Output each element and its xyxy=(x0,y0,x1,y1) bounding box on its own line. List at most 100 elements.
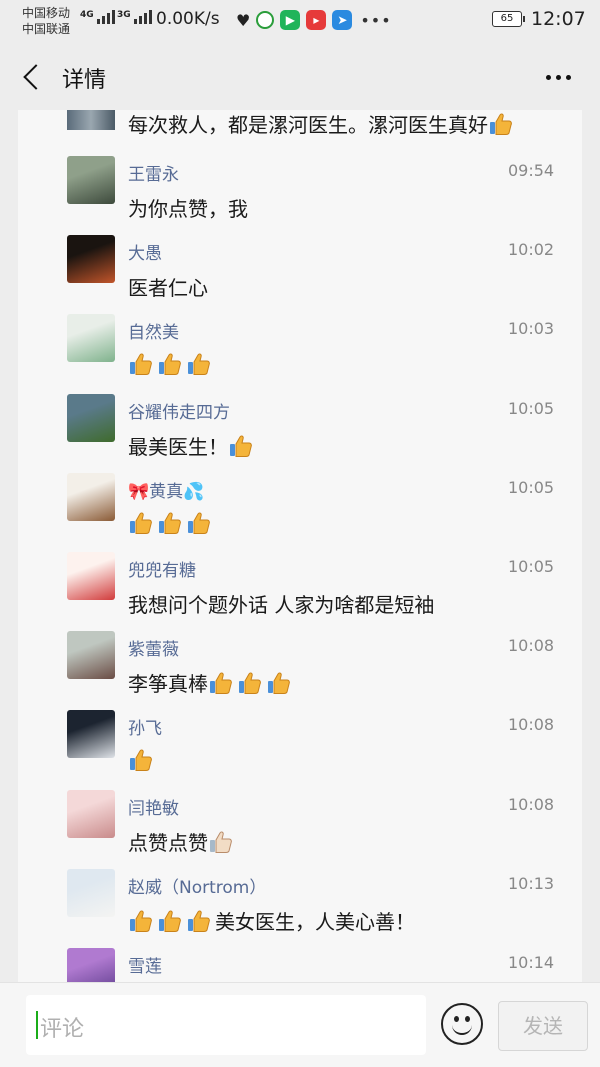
notification-icons: ♥ ▶ ▸ ➤ ••• xyxy=(236,10,392,30)
comment-text xyxy=(128,351,215,377)
comment-item[interactable]: 赵威（Nortrom） 10:13 美女医生，人美心善！ xyxy=(18,868,582,949)
status-bar: 中国移动 中国联通 4G 3G 0.00K/s ♥ ▶ ▸ ➤ ••• 65 1… xyxy=(0,0,600,44)
thumbs-up-icon xyxy=(157,510,183,536)
app-icon-1 xyxy=(256,11,275,29)
comment-time: 10:05 xyxy=(508,557,555,576)
commenter-name[interactable]: 自然美 xyxy=(128,318,179,343)
avatar[interactable] xyxy=(67,868,115,917)
comment-text: 美女医生，人美心善！ xyxy=(128,906,415,935)
comment-time: 10:03 xyxy=(508,319,555,339)
commenter-name[interactable]: 孙飞 xyxy=(128,714,162,739)
clock: 12:07 xyxy=(531,8,586,30)
comment-input[interactable]: 评论 xyxy=(26,995,426,1055)
droplets-icon: 💦 xyxy=(183,481,205,502)
avatar[interactable] xyxy=(67,631,115,680)
ribbon-icon: 🎀 xyxy=(128,481,150,502)
thumbs-up-icon xyxy=(488,111,514,137)
carrier-names: 中国移动 中国联通 xyxy=(22,5,70,37)
thumbs-up-icon xyxy=(157,908,183,934)
page-title: 详情 xyxy=(62,68,107,93)
avatar[interactable] xyxy=(67,235,115,284)
comment-text: 医者仁心 xyxy=(128,276,208,301)
comment-item[interactable]: 孙飞 10:08 xyxy=(18,710,582,790)
comment-item[interactable]: 王雷永 09:54 为你点赞，我 xyxy=(18,156,582,236)
thumbs-up-icon xyxy=(157,351,183,377)
avatar[interactable] xyxy=(67,472,115,521)
comment-time: 10:08 xyxy=(508,794,555,814)
partial-comment: 每次救人，都是漯河医生。漯河医生真好 xyxy=(18,110,582,150)
comment-time: 10:02 xyxy=(508,240,555,260)
avatar[interactable] xyxy=(67,314,115,363)
commenter-name[interactable]: 兜兜有糖 xyxy=(128,556,196,581)
avatar[interactable] xyxy=(67,552,115,600)
comment-item[interactable]: 闫艳敏 10:08 点赞点赞 xyxy=(18,789,582,870)
thumbs-up-icon xyxy=(208,829,234,855)
comment-item[interactable]: 大愚 10:02 医者仁心 xyxy=(18,235,582,315)
comments-panel[interactable]: 每次救人，都是漯河医生。漯河医生真好 王雷永 09:54 为你点赞，我 大愚 10:02… xyxy=(18,110,582,982)
carrier-1: 中国移动 xyxy=(22,6,71,20)
comment-time: 10:08 xyxy=(508,636,555,656)
commenter-name[interactable]: 赵威（Nortrom） xyxy=(128,873,266,898)
shopping-app-icon: ▸ xyxy=(306,10,327,30)
comment-item[interactable]: 兜兜有糖 10:05 我想问个题外话 人家为啥都是短袖 xyxy=(18,552,582,632)
commenter-name[interactable]: 大愚 xyxy=(128,239,162,264)
comment-item[interactable]: 自然美 10:03 xyxy=(18,314,582,394)
comment-text: 李筝真棒 xyxy=(128,668,295,697)
thumbs-up-icon xyxy=(186,510,212,536)
avatar[interactable] xyxy=(67,710,115,759)
nav-header: 详情 xyxy=(0,44,600,110)
partial-avatar xyxy=(67,110,115,130)
back-arrow-icon[interactable] xyxy=(14,58,50,94)
battery-icon: 65 xyxy=(492,11,525,27)
comment-text xyxy=(128,747,157,773)
carrier-2: 中国联通 xyxy=(22,22,71,36)
thumbs-up-icon xyxy=(208,670,234,696)
thumbs-up-icon xyxy=(128,351,154,377)
avatar[interactable] xyxy=(67,393,115,442)
thumbs-up-icon xyxy=(228,433,254,459)
commenter-name[interactable]: 雪莲 xyxy=(128,952,162,977)
signal-1-icon: 4G xyxy=(80,10,115,24)
video-app-icon: ▶ xyxy=(280,10,301,30)
comment-time: 10:14 xyxy=(508,953,555,972)
send-button[interactable]: 发送 xyxy=(498,1001,588,1051)
comment-placeholder: 评论 xyxy=(40,1017,85,1042)
signal-2-icon: 3G xyxy=(117,10,152,24)
avatar[interactable] xyxy=(67,948,115,982)
commenter-name[interactable]: 王雷永 xyxy=(128,160,179,185)
thumbs-up-icon xyxy=(186,351,212,377)
comment-item[interactable]: 🎀黄真💦 10:05 xyxy=(18,472,582,553)
comment-text: 我想问个题外话 人家为啥都是短袖 xyxy=(128,593,435,617)
more-notifications-icon: ••• xyxy=(360,10,392,30)
thumbs-up-icon xyxy=(128,747,154,773)
commenter-name[interactable]: 谷耀伟走四方 xyxy=(128,398,230,423)
comment-item[interactable]: 雪莲 10:14 xyxy=(18,948,582,982)
comment-item[interactable]: 紫蕾薇 10:08 李筝真棒 xyxy=(18,631,582,711)
thumbs-up-icon xyxy=(237,670,263,696)
avatar[interactable] xyxy=(67,789,115,838)
comment-time: 10:05 xyxy=(508,398,555,418)
thumbs-up-icon xyxy=(186,908,212,934)
comment-time: 10:13 xyxy=(508,873,555,893)
comment-text xyxy=(128,510,215,536)
comment-time: 10:08 xyxy=(508,715,555,735)
comment-item[interactable]: 谷耀伟走四方 10:05 最美医生！ xyxy=(18,393,582,474)
more-options-icon[interactable] xyxy=(538,62,578,92)
paper-plane-icon: ➤ xyxy=(332,10,353,30)
comment-text: 每次救人，都是漯河医生。漯河医生真好 xyxy=(128,110,517,138)
thumbs-up-icon xyxy=(266,670,292,696)
avatar[interactable] xyxy=(67,156,115,204)
comment-input-bar: 评论 发送 xyxy=(0,982,600,1067)
thumbs-up-icon xyxy=(128,510,154,536)
emoji-icon[interactable] xyxy=(441,1003,483,1045)
network-speed: 0.00K/s xyxy=(156,9,220,29)
heartbeat-icon: ♥ xyxy=(236,10,251,30)
commenter-name[interactable]: 闫艳敏 xyxy=(128,794,179,819)
comment-text: 为你点赞，我 xyxy=(128,197,248,221)
comment-text: 最美医生！ xyxy=(128,431,257,460)
comment-text: 点赞点赞 xyxy=(128,827,237,856)
commenter-name[interactable]: 🎀黄真💦 xyxy=(128,477,204,502)
comment-time: 09:54 xyxy=(508,161,555,180)
thumbs-up-icon xyxy=(128,908,154,934)
commenter-name[interactable]: 紫蕾薇 xyxy=(128,635,179,660)
